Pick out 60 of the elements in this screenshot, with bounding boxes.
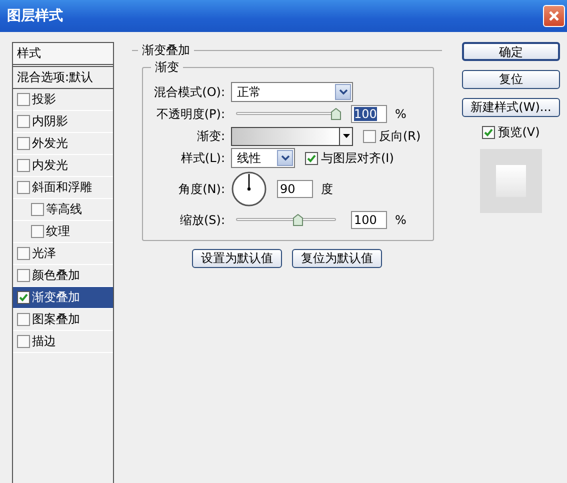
checkbox[interactable]: [31, 225, 44, 238]
style-item[interactable]: 内发光: [13, 155, 113, 177]
opacity-input[interactable]: 100: [351, 105, 387, 123]
style-item[interactable]: 等高线: [13, 199, 113, 221]
check-icon: [19, 293, 28, 302]
checkbox[interactable]: [17, 313, 30, 326]
default-button[interactable]: 复位为默认值: [292, 249, 382, 268]
style-dropdown[interactable]: 线性: [231, 148, 295, 168]
checkbox[interactable]: [31, 203, 44, 216]
checkbox[interactable]: [17, 291, 30, 304]
angle-dial[interactable]: [231, 171, 267, 207]
gradient-picker[interactable]: [231, 126, 353, 146]
style-item[interactable]: 光泽: [13, 243, 113, 265]
style-item[interactable]: 内阴影: [13, 111, 113, 133]
field-label: 混合模式(O):: [153, 84, 225, 100]
checkbox[interactable]: [17, 137, 30, 150]
field-label: 缩放(S):: [178, 212, 225, 228]
field-label: 角度(N):: [178, 180, 225, 198]
blend-mode-dropdown[interactable]: 正常: [231, 82, 353, 102]
close-button[interactable]: [543, 5, 565, 27]
field-label: 渐变:: [196, 128, 225, 144]
action-button[interactable]: 新建样式(W)...: [462, 98, 560, 117]
field-label: 不透明度(P):: [155, 106, 225, 122]
action-button[interactable]: 复位: [462, 70, 560, 89]
slider-thumb[interactable]: [331, 108, 341, 120]
checkbox[interactable]: [17, 115, 30, 128]
close-icon: [548, 10, 560, 22]
scale-input[interactable]: 100: [351, 211, 387, 229]
check-icon: [307, 154, 316, 162]
style-item[interactable]: 图案叠加: [13, 309, 113, 331]
unit-label: 度: [321, 180, 333, 198]
align-checkbox[interactable]: 与图层对齐(I): [305, 150, 394, 166]
check-icon: [484, 128, 494, 137]
preview-checkbox[interactable]: 预览(V): [482, 124, 540, 141]
checkbox[interactable]: [17, 335, 30, 348]
default-button[interactable]: 设置为默认值: [192, 249, 282, 268]
group-title: 渐变叠加: [141, 42, 191, 59]
checkbox[interactable]: [17, 181, 30, 194]
field-label: 样式(L):: [180, 150, 225, 166]
checkbox[interactable]: [17, 247, 30, 260]
angle-input[interactable]: 90: [277, 180, 313, 198]
unit-label: %: [395, 107, 406, 121]
checkbox[interactable]: [17, 93, 30, 106]
slider-thumb[interactable]: [293, 214, 303, 226]
reverse-checkbox[interactable]: 反向(R): [363, 128, 421, 144]
style-item[interactable]: 混合选项:默认: [13, 67, 113, 89]
window-title: 图层样式: [7, 7, 63, 25]
group-title: 渐变: [154, 59, 180, 76]
list-header: 样式: [13, 43, 113, 67]
checkbox[interactable]: [17, 159, 30, 172]
action-button[interactable]: 确定: [462, 42, 560, 61]
unit-label: %: [395, 213, 406, 227]
style-item[interactable]: 斜面和浮雕: [13, 177, 113, 199]
preview-swatch: [480, 149, 542, 213]
style-item[interactable]: 投影: [13, 89, 113, 111]
checkbox[interactable]: [17, 269, 30, 282]
style-item[interactable]: 纹理: [13, 221, 113, 243]
style-item[interactable]: 描边: [13, 331, 113, 353]
style-item[interactable]: 外发光: [13, 133, 113, 155]
style-item[interactable]: 渐变叠加: [13, 287, 113, 309]
